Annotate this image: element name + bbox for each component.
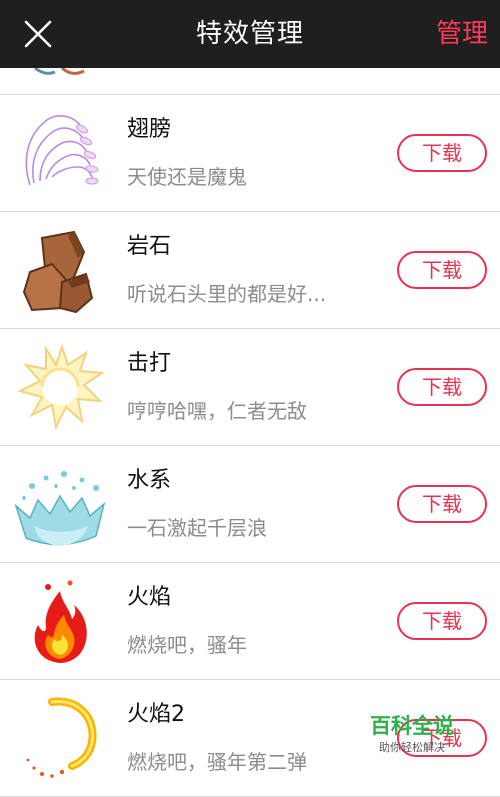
list-item[interactable]: 水系 一石激起千层浪 下载 (0, 446, 500, 563)
list-item[interactable]: 翅膀 天使还是魔鬼 下载 (0, 95, 500, 212)
list-item[interactable]: 击打 哼哼哈嘿，仁者无敌 下载 (0, 329, 500, 446)
effect-name: 火焰 (127, 585, 172, 610)
effect-name: 水系 (127, 468, 172, 493)
rock-icon (22, 230, 94, 314)
manage-button[interactable]: 管理 (436, 0, 488, 68)
fire-ring-icon (26, 697, 97, 778)
effects-list: 翅膀 天使还是魔鬼 下载 岩石 听说石头里的都是好... 下载 击打 哼哼哈嘿，… (0, 95, 500, 797)
effect-name: 翅膀 (127, 117, 172, 142)
watermark-title: 百科全说 (370, 714, 454, 738)
download-button[interactable]: 下载 (397, 485, 487, 523)
watermark-logo: 百科全说 助你轻松解决 (358, 712, 466, 764)
hit-burst-icon (17, 343, 105, 431)
top-bar: 特效管理 管理 (0, 0, 500, 68)
list-item-partial (0, 68, 500, 95)
effect-description: 一石激起千层浪 (127, 516, 267, 540)
effect-description: 燃烧吧，骚年 (127, 633, 247, 657)
effect-name: 岩石 (127, 234, 172, 259)
partial-thumbnail-icon (34, 68, 85, 75)
download-button[interactable]: 下载 (397, 602, 487, 640)
effect-description: 燃烧吧，骚年第二弹 (127, 750, 307, 774)
effect-name: 击打 (127, 351, 172, 376)
wings-icon (25, 115, 99, 186)
download-button[interactable]: 下载 (397, 368, 487, 406)
download-button[interactable]: 下载 (397, 134, 487, 172)
effect-description: 天使还是魔鬼 (127, 165, 247, 189)
download-button[interactable]: 下载 (397, 251, 487, 289)
effect-description: 听说石头里的都是好... (127, 282, 327, 306)
water-splash-icon (14, 471, 106, 546)
page-title: 特效管理 (195, 19, 304, 49)
effect-name: 火焰2 (127, 702, 185, 727)
list-item[interactable]: 火焰 燃烧吧，骚年 下载 (0, 563, 500, 680)
list-item[interactable]: 岩石 听说石头里的都是好... 下载 (0, 212, 500, 329)
effect-description: 哼哼哈嘿，仁者无敌 (127, 399, 307, 423)
watermark-subtitle: 助你轻松解决 (379, 741, 445, 754)
flame-icon (34, 580, 87, 663)
